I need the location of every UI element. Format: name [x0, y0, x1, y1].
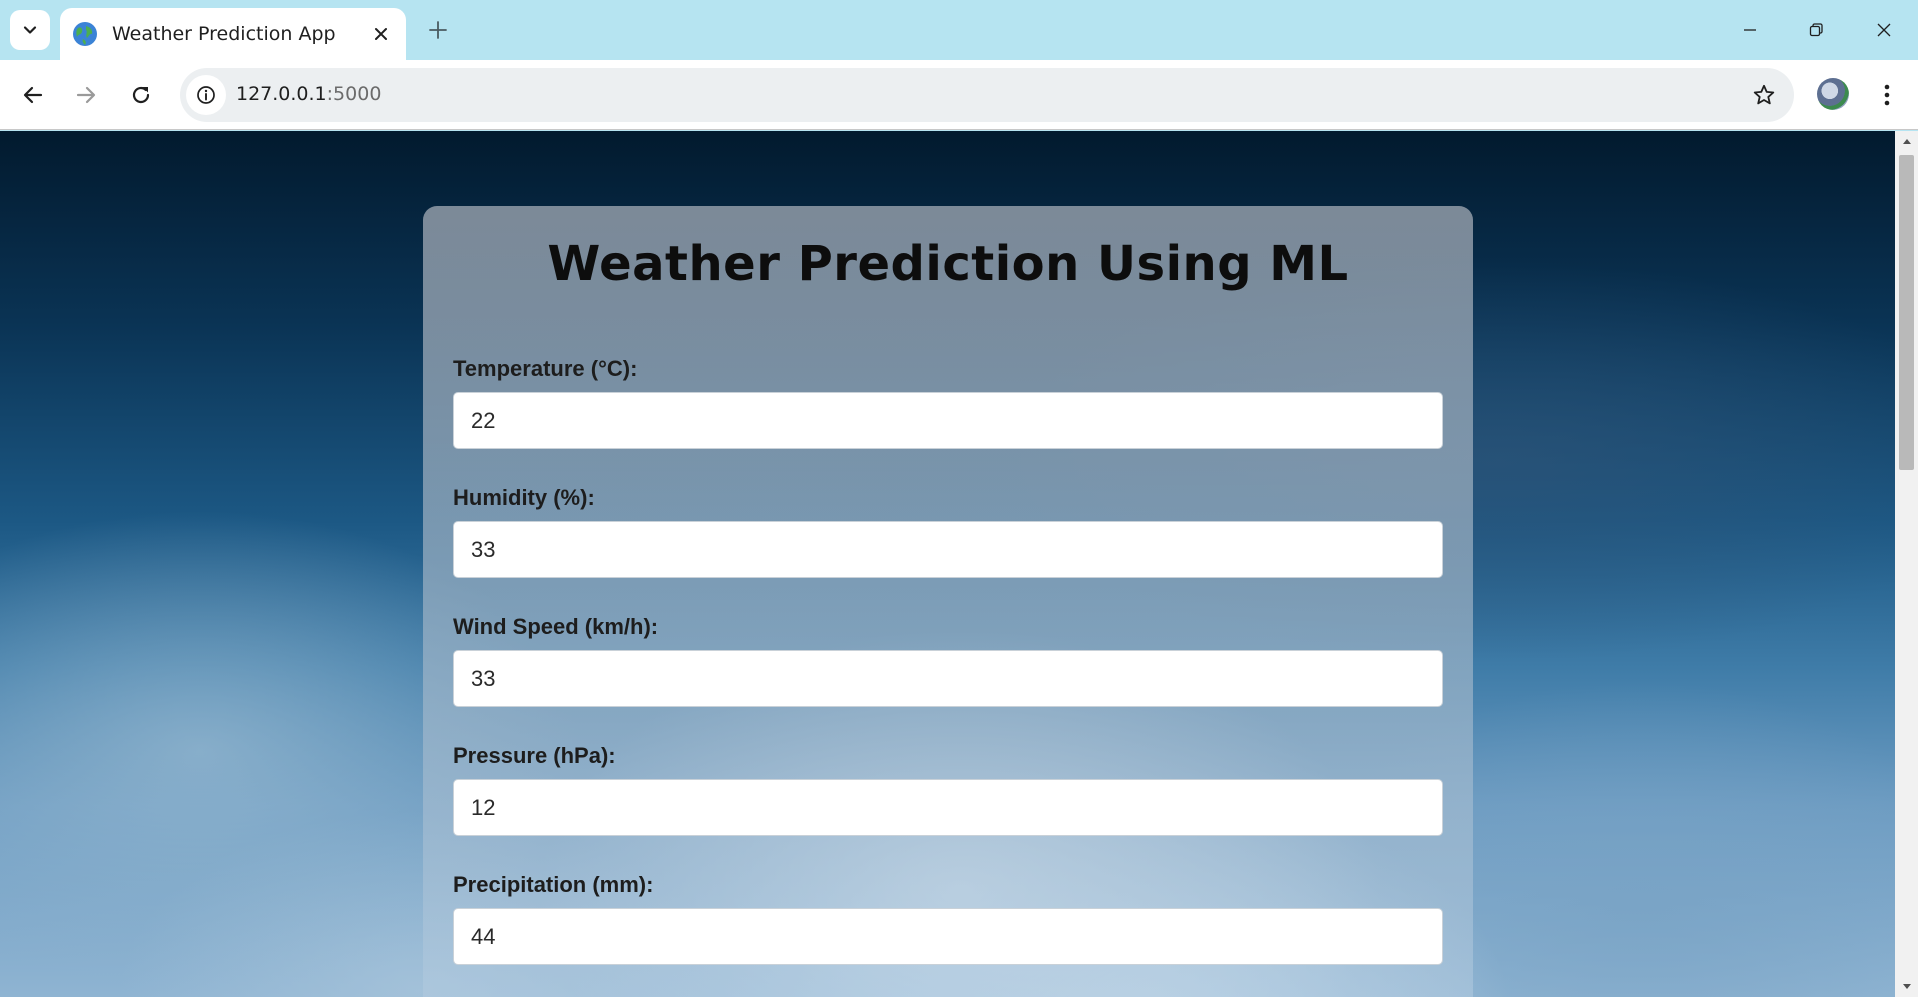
globe-icon [72, 21, 98, 47]
restore-button[interactable] [1800, 14, 1832, 46]
url-text: 127.0.0.1:5000 [236, 83, 381, 105]
page-title: Weather Prediction Using ML [547, 236, 1349, 292]
reload-icon [132, 86, 150, 104]
arrow-right-icon [76, 86, 96, 104]
plus-icon [429, 21, 447, 39]
tab-search-button[interactable] [10, 10, 50, 50]
scroll-thumb[interactable] [1899, 155, 1914, 470]
pressure-input[interactable] [453, 779, 1443, 836]
tab-strip: Weather Prediction App [0, 0, 1918, 60]
close-window-icon [1877, 23, 1891, 37]
tab-title: Weather Prediction App [112, 23, 336, 45]
minimize-icon [1744, 29, 1756, 31]
close-icon[interactable] [370, 23, 392, 45]
forward-button[interactable] [66, 75, 106, 115]
scroll-down-button[interactable] [1895, 977, 1918, 997]
url-host: 127.0.0.1 [236, 83, 327, 105]
back-button[interactable] [13, 75, 53, 115]
reload-button[interactable] [121, 75, 161, 115]
kebab-icon [1884, 84, 1890, 106]
scroll-down-icon [1902, 984, 1911, 989]
browser-menu-button[interactable] [1870, 75, 1904, 115]
temperature-label: Temperature (°C): [453, 356, 638, 381]
page-scrollbar[interactable] [1895, 131, 1918, 997]
prediction-form-card: Weather Prediction Using ML Temperature … [423, 206, 1473, 997]
browser-tab-active[interactable]: Weather Prediction App [60, 8, 406, 60]
precipitation-label: Precipitation (mm): [453, 872, 654, 897]
scroll-up-button[interactable] [1895, 131, 1918, 151]
humidity-input[interactable] [453, 521, 1443, 578]
star-icon [1753, 84, 1775, 105]
site-info-button[interactable] [186, 75, 226, 115]
browser-toolbar: 127.0.0.1:5000 [0, 60, 1918, 130]
arrow-left-icon [23, 86, 43, 104]
minimize-button[interactable] [1734, 14, 1766, 46]
temperature-input[interactable] [453, 392, 1443, 449]
restore-icon [1809, 23, 1823, 37]
chevron-down-icon [23, 26, 37, 34]
wind-speed-label: Wind Speed (km/h): [453, 614, 659, 639]
page-viewport: Weather Prediction Using ML Temperature … [0, 131, 1895, 997]
new-tab-button[interactable] [424, 16, 452, 44]
precipitation-input[interactable] [453, 908, 1443, 965]
info-icon [197, 86, 215, 104]
close-window-button[interactable] [1868, 14, 1900, 46]
humidity-label: Humidity (%): [453, 485, 595, 510]
url-port: :5000 [326, 83, 382, 105]
address-bar[interactable]: 127.0.0.1:5000 [180, 68, 1794, 122]
pressure-label: Pressure (hPa): [453, 743, 616, 768]
scroll-up-icon [1902, 139, 1911, 144]
bookmark-button[interactable] [1750, 81, 1778, 109]
wind-speed-input[interactable] [453, 650, 1443, 707]
profile-avatar[interactable] [1817, 78, 1849, 110]
